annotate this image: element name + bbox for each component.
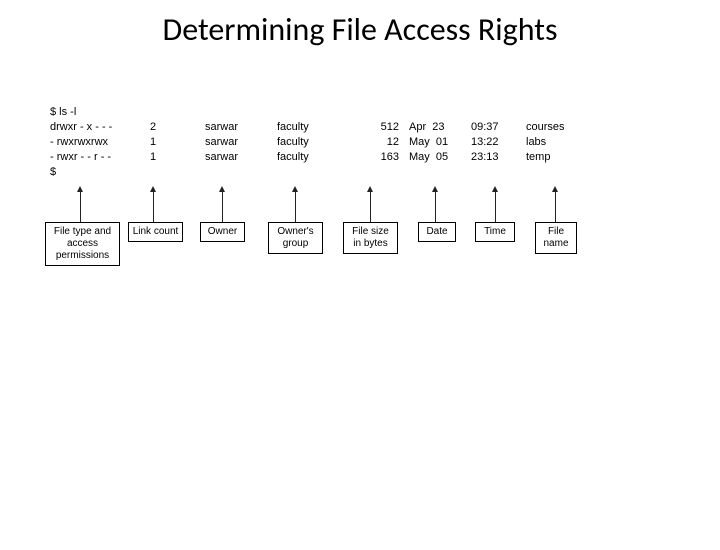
listing-row: drwxr - x - - - 2 sarwar faculty 512 Apr…	[50, 120, 670, 135]
arrow-date-icon	[435, 192, 436, 222]
cell-name: courses	[526, 120, 596, 135]
cell-name: temp	[526, 150, 596, 165]
cell-time: 23:13	[471, 150, 526, 165]
cell-perm: drwxr - x - - -	[50, 120, 150, 135]
arrow-name-icon	[555, 192, 556, 222]
arrow-owner-icon	[222, 192, 223, 222]
cell-date: May 05	[409, 150, 471, 165]
cell-time: 09:37	[471, 120, 526, 135]
cell-group: faculty	[277, 120, 349, 135]
command-line: $ ls -l	[50, 105, 670, 120]
label-owner: Owner	[200, 222, 245, 242]
cell-owner: sarwar	[205, 135, 277, 150]
label-time: Time	[475, 222, 515, 242]
label-perm: File type and access permissions	[45, 222, 120, 266]
cell-size: 512	[349, 120, 409, 135]
cell-perm: - rwxr - - r - -	[50, 150, 150, 165]
arrow-links-icon	[153, 192, 154, 222]
cell-name: labs	[526, 135, 596, 150]
label-links: Link count	[128, 222, 183, 242]
listing-row: - rwxr - - r - - 1 sarwar faculty 163 Ma…	[50, 150, 670, 165]
cell-date: Apr 23	[409, 120, 471, 135]
cell-group: faculty	[277, 150, 349, 165]
arrow-perm-icon	[80, 192, 81, 222]
label-name: File name	[535, 222, 577, 254]
prompt-text: $	[50, 165, 150, 180]
cell-date: May 01	[409, 135, 471, 150]
label-size: File size in bytes	[343, 222, 398, 254]
command-text: $ ls -l	[50, 105, 150, 120]
listing-block: $ ls -l drwxr - x - - - 2 sarwar faculty…	[50, 105, 670, 180]
cell-owner: sarwar	[205, 120, 277, 135]
cell-group: faculty	[277, 135, 349, 150]
prompt-end: $	[50, 165, 670, 180]
arrow-group-icon	[295, 192, 296, 222]
listing-row: - rwxrwxrwx 1 sarwar faculty 12 May 01 1…	[50, 135, 670, 150]
cell-links: 1	[150, 150, 205, 165]
cell-time: 13:22	[471, 135, 526, 150]
arrow-size-icon	[370, 192, 371, 222]
label-group: Owner's group	[268, 222, 323, 254]
label-date: Date	[418, 222, 456, 242]
cell-owner: sarwar	[205, 150, 277, 165]
cell-links: 1	[150, 135, 205, 150]
cell-links: 2	[150, 120, 205, 135]
cell-perm: - rwxrwxrwx	[50, 135, 150, 150]
arrows-row	[50, 188, 670, 222]
labels-row: File type and access permissions Link co…	[50, 222, 670, 282]
ls-diagram: $ ls -l drwxr - x - - - 2 sarwar faculty…	[50, 105, 670, 282]
arrow-time-icon	[495, 192, 496, 222]
cell-size: 163	[349, 150, 409, 165]
slide-title: Determining File Access Rights	[0, 10, 720, 49]
cell-size: 12	[349, 135, 409, 150]
